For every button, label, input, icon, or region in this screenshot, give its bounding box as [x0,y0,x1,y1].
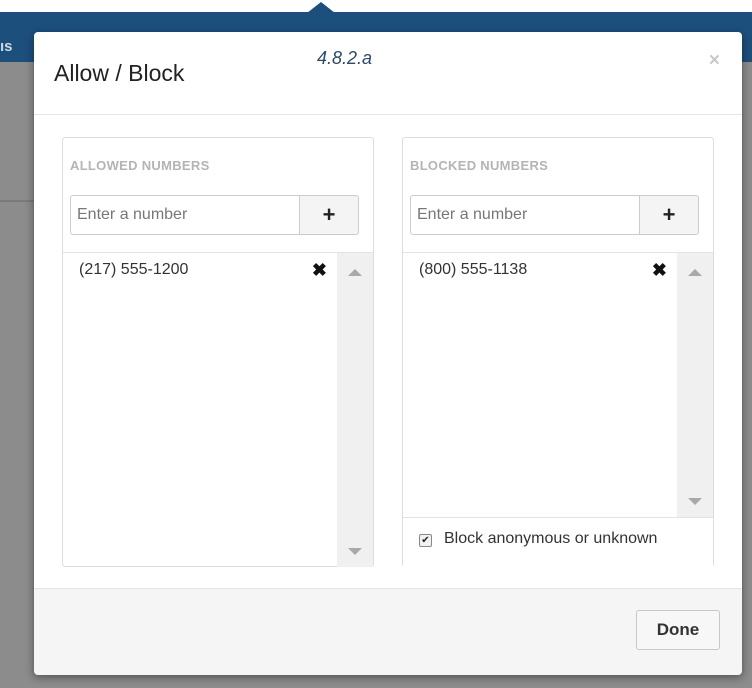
plus-icon: + [662,202,676,227]
dialog-title: Allow / Block [54,60,185,86]
block-anonymous-checkbox[interactable]: ✔ [419,534,432,547]
blocked-list-scrollbar[interactable] [677,253,713,517]
allowed-list-scrollbar[interactable] [337,253,373,567]
list-item: (217) 555-1200 ✖ [79,260,327,285]
background-divider [0,200,34,202]
blocked-number-value: (800) 555-1138 [419,261,528,278]
blocked-number-input[interactable] [410,195,639,235]
add-allowed-number-button[interactable]: + [299,195,359,235]
list-item: (800) 555-1138 ✖ [419,260,667,285]
allowed-number-value: (217) 555-1200 [79,261,189,278]
background-top-bar [0,0,752,12]
scroll-down-arrow-icon[interactable] [348,548,362,555]
background-navbar-caret [307,2,335,13]
blocked-numbers-list: (800) 555-1138 ✖ [403,252,713,517]
blocked-numbers-panel: BLOCKED NUMBERS + (800) 555-1138 ✖ ✔ Blo… [402,137,714,567]
dialog-footer: Done [34,588,742,675]
blocked-numbers-header: BLOCKED NUMBERS [410,158,549,173]
allowed-numbers-list: (217) 555-1200 ✖ [63,252,373,567]
block-anonymous-row: ✔ Block anonymous or unknown [403,517,713,567]
background-nav-text: ıs [0,38,13,55]
scroll-down-arrow-icon[interactable] [688,498,702,505]
allowed-numbers-panel: ALLOWED NUMBERS + (217) 555-1200 ✖ [62,137,374,567]
add-blocked-number-button[interactable]: + [639,195,699,235]
version-label: 4.8.2.a [317,48,373,68]
remove-icon[interactable]: ✖ [652,260,667,281]
scroll-up-arrow-icon[interactable] [348,269,362,276]
allow-block-dialog: Allow / Block 4.8.2.a × ALLOWED NUMBERS … [34,32,742,675]
block-anonymous-label[interactable]: Block anonymous or unknown [444,530,657,548]
allowed-number-input[interactable] [70,195,299,235]
plus-icon: + [322,202,336,227]
done-button[interactable]: Done [636,610,720,650]
dialog-header: Allow / Block 4.8.2.a × [34,32,742,115]
scroll-up-arrow-icon[interactable] [688,269,702,276]
allowed-numbers-header: ALLOWED NUMBERS [70,158,210,173]
close-icon[interactable]: × [709,50,720,72]
remove-icon[interactable]: ✖ [312,260,327,281]
